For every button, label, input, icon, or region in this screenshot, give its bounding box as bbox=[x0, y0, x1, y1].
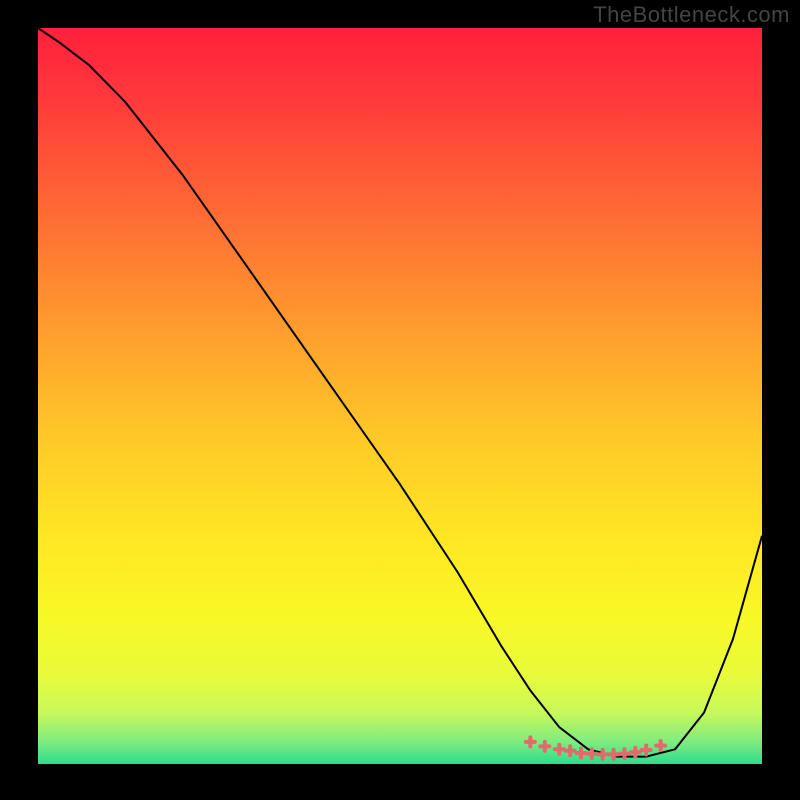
bottleneck-chart bbox=[0, 0, 800, 800]
plot-background bbox=[38, 28, 762, 764]
chart-container: TheBottleneck.com bbox=[0, 0, 800, 800]
watermark-text: TheBottleneck.com bbox=[593, 2, 790, 28]
